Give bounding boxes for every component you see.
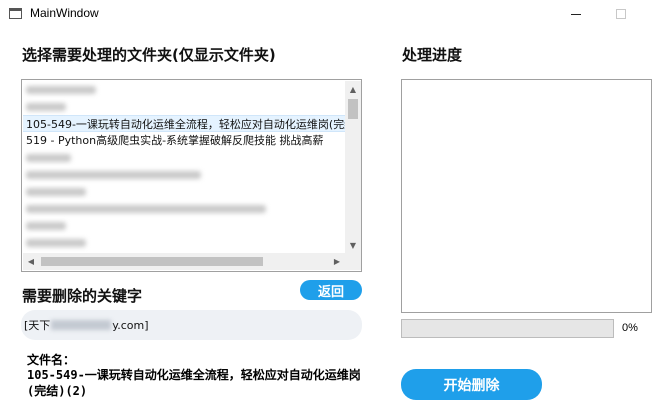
list-item-redacted xyxy=(26,187,86,196)
folder-list[interactable]: 105-549-一课玩转自动化运维全流程，轻松应对自动化运维岗(完结)(2) 51… xyxy=(21,79,362,272)
horizontal-scroll-thumb[interactable] xyxy=(41,257,263,266)
maximize-icon xyxy=(615,9,626,19)
file-name-value: 105-549-一课玩转自动化运维全流程，轻松应对自动化运维岗(完结)(2) xyxy=(27,368,361,398)
start-delete-button[interactable]: 开始删除 xyxy=(401,369,542,400)
list-item[interactable] xyxy=(23,166,345,183)
list-item[interactable] xyxy=(23,81,345,98)
list-item-redacted xyxy=(26,153,71,162)
scroll-up-icon[interactable]: ▲ xyxy=(345,81,361,97)
list-item-redacted xyxy=(26,238,86,247)
list-item[interactable] xyxy=(23,98,345,115)
list-item-redacted xyxy=(26,85,96,94)
keyword-prefix: [天下 xyxy=(24,319,51,332)
vertical-scrollbar[interactable]: ▲ ▼ xyxy=(345,81,361,253)
horizontal-scrollbar[interactable]: ◀ ▶ xyxy=(23,253,345,270)
back-button[interactable]: 返回 xyxy=(300,280,362,300)
scroll-corner xyxy=(345,253,361,270)
list-item[interactable] xyxy=(23,149,345,166)
progress-log xyxy=(401,79,652,313)
maximize-button[interactable] xyxy=(598,0,643,28)
list-item-selected[interactable]: 105-549-一课玩转自动化运维全流程，轻松应对自动化运维岗(完结)(2) xyxy=(23,115,345,132)
minimize-button[interactable] xyxy=(553,0,598,28)
progress-percent: 0% xyxy=(622,322,638,334)
list-item[interactable] xyxy=(23,234,345,251)
list-item-redacted xyxy=(26,170,201,179)
progress-heading: 处理进度 xyxy=(402,46,463,64)
title-bar: MainWindow xyxy=(0,0,669,28)
app-window-icon xyxy=(9,8,22,19)
list-item-redacted xyxy=(26,102,66,111)
folder-list-items: 105-549-一课玩转自动化运维全流程，轻松应对自动化运维岗(完结)(2) 51… xyxy=(23,81,345,253)
list-item[interactable] xyxy=(23,200,345,217)
list-item[interactable]: 519 - Python高级爬虫实战-系统掌握破解反爬技能 挑战高薪 xyxy=(23,132,345,149)
list-item-redacted xyxy=(26,204,266,213)
scroll-left-icon[interactable]: ◀ xyxy=(23,253,39,270)
window-title: MainWindow xyxy=(30,6,99,20)
keyword-suffix: y.com] xyxy=(112,318,149,332)
scroll-right-icon[interactable]: ▶ xyxy=(329,253,345,270)
keyword-redacted xyxy=(51,320,112,330)
scroll-down-icon[interactable]: ▼ xyxy=(345,237,361,253)
progress-bar xyxy=(401,319,614,338)
file-name-label: 文件名： xyxy=(27,353,76,367)
list-item[interactable] xyxy=(23,217,345,234)
list-item-redacted xyxy=(26,221,66,230)
minimize-icon xyxy=(570,13,581,15)
keyword-input[interactable]: [天下 y.com] xyxy=(21,310,362,340)
keyword-heading: 需要删除的关键字 xyxy=(22,287,143,305)
folder-select-heading: 选择需要处理的文件夹(仅显示文件夹) xyxy=(22,46,276,64)
list-item[interactable] xyxy=(23,183,345,200)
vertical-scroll-thumb[interactable] xyxy=(348,99,358,119)
